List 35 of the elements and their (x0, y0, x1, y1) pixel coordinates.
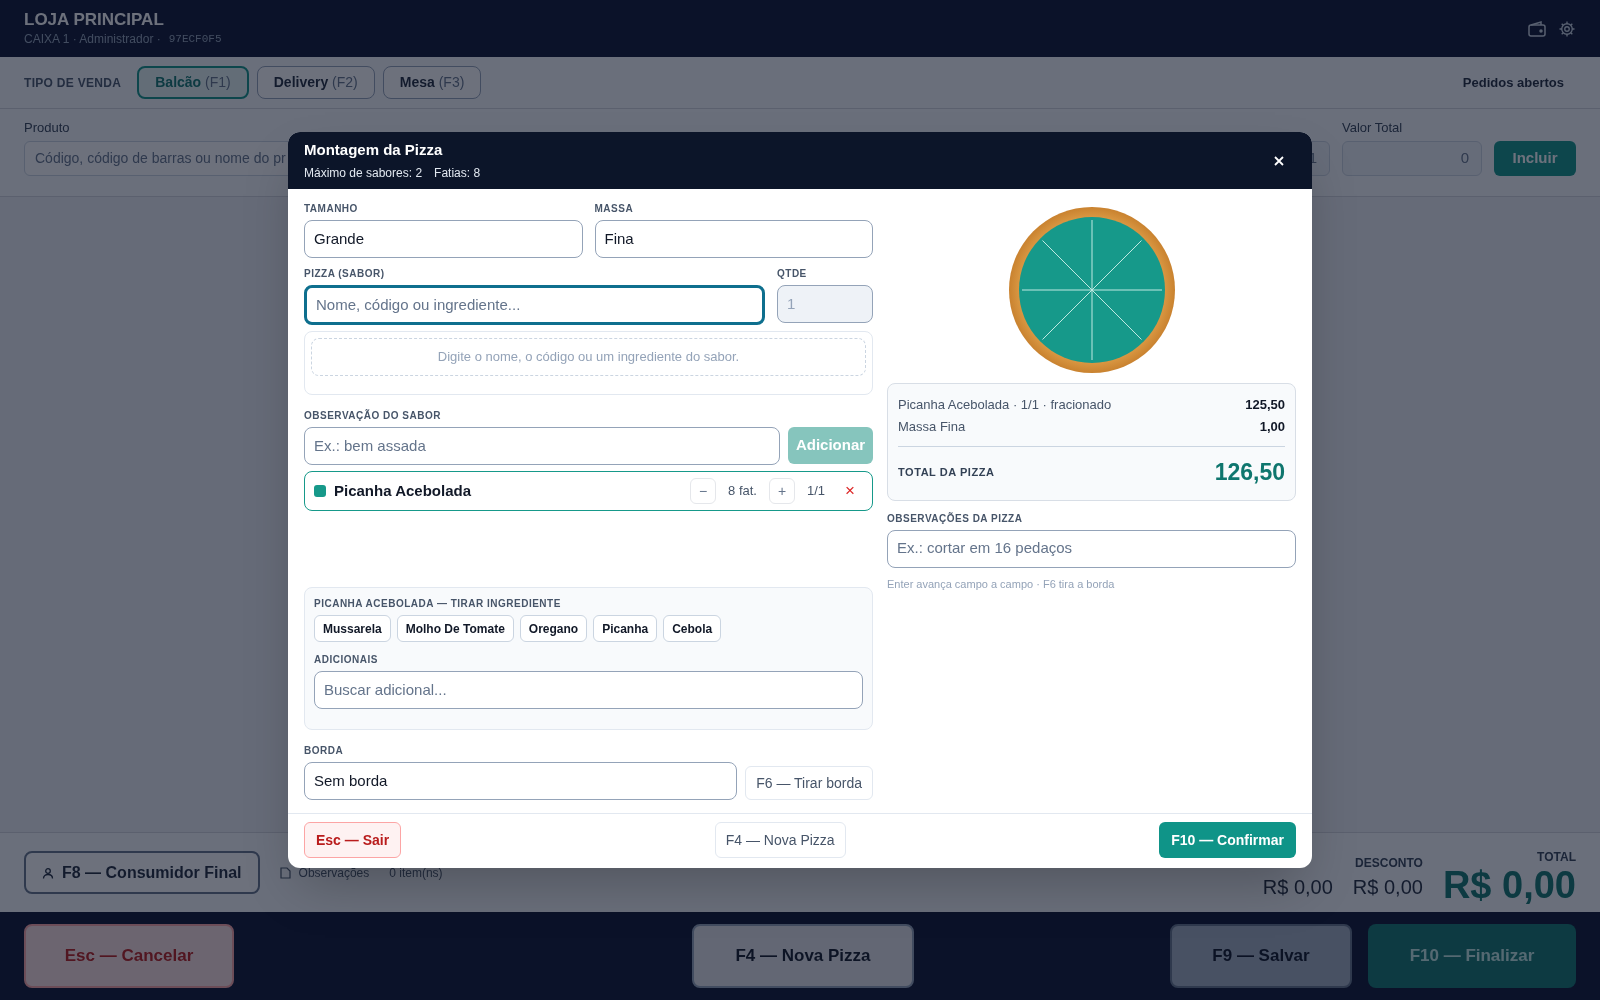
empty-results-hint: Digite o nome, o código ou um ingrediente do sabor. (311, 338, 866, 376)
store-name: LOJA PRINCIPAL (24, 8, 165, 31)
keyboard-hint: Enter avança campo a campo · F6 tira a borda (887, 576, 1116, 592)
field-label: MASSA (594, 202, 635, 216)
discount-label: DESCONTO (1355, 855, 1423, 872)
field-label: TAMANHO (304, 202, 359, 216)
price-line-label: Massa Fina (898, 418, 966, 437)
field-label: Valor Total (1342, 118, 1404, 137)
section-label: TIPO DE VENDA (24, 74, 122, 92)
max-flavors-info: Máximo de sabores: 2 (304, 164, 423, 182)
field-label: QTDE (777, 267, 808, 281)
pizza-total-label: TOTAL DA PIZZA (898, 465, 995, 480)
slices-info: Fatias: 8 (434, 164, 481, 182)
price-line-value: 1,00 (1259, 418, 1285, 437)
flavor-name: Picanha Acebolada (334, 480, 472, 501)
field-label: OBSERVAÇÃO DO SABOR (304, 408, 442, 423)
price-line-value: 125,50 (1245, 396, 1285, 415)
terminal-code: 97ECF0F5 (168, 31, 222, 47)
pizza-total-value: 126,50 (1214, 458, 1285, 487)
field-label: PIZZA (SABOR) (304, 267, 386, 281)
discount-value: R$ 0,00 (1352, 875, 1423, 900)
flavor-fraction: 1/1 (807, 482, 826, 501)
total-value: R$ 0,00 (1442, 866, 1576, 904)
field-label: ADICIONAIS (314, 653, 379, 667)
item-count: 0 item(ns) (389, 864, 443, 882)
field-label: OBSERVAÇÕES DA PIZZA (887, 511, 1024, 526)
price-line-label: Picanha Acebolada · 1/1 · fracionado (898, 396, 1112, 415)
total-label: TOTAL (1537, 849, 1576, 866)
field-label: BORDA (304, 744, 345, 758)
cashier-info: CAIXA 1 · Administrador · (24, 31, 161, 49)
modal-title: Montagem da Pizza (304, 140, 444, 161)
subtotal-value: R$ 0,00 (1262, 875, 1333, 900)
field-label: PICANHA ACEBOLADA — TIRAR INGREDIENTE (314, 597, 562, 611)
slice-count: 8 fat. (728, 482, 757, 501)
field-label: Produto (24, 118, 71, 137)
